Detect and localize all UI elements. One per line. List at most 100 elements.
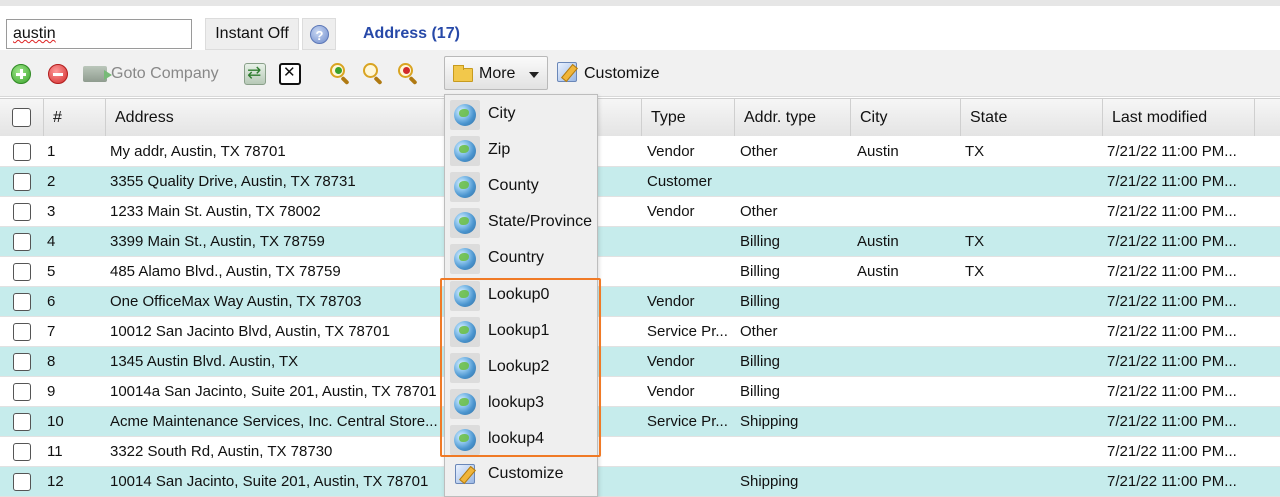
- table-row[interactable]: 5 485 Alamo Blvd., Austin, TX 78759 Billin…: [0, 257, 1280, 287]
- last-modified-cell: 7/21/22 11:00 PM...: [1107, 173, 1237, 190]
- search-input[interactable]: austin: [6, 19, 192, 49]
- row-checkbox[interactable]: [13, 353, 31, 371]
- city-cell: Austin: [857, 233, 899, 250]
- addr-type-cell: Shipping: [740, 413, 799, 430]
- addr-type-cell: Other: [740, 143, 778, 160]
- menu-item-label: State/Province: [488, 213, 593, 230]
- row-checkbox[interactable]: [13, 173, 31, 191]
- column-header-addr-type[interactable]: Addr. type: [734, 98, 850, 136]
- state-cell: [965, 347, 1095, 377]
- more-button[interactable]: More: [444, 56, 548, 90]
- state-cell: [965, 377, 1095, 407]
- table-row[interactable]: 10 Acme Maintenance Services, Inc. Centra…: [0, 407, 1280, 437]
- menu-item-county[interactable]: County: [445, 169, 597, 205]
- row-checkbox[interactable]: [13, 233, 31, 251]
- table-row[interactable]: 6 One OfficeMax Way Austin, TX 78703 Vendo…: [0, 287, 1280, 317]
- city-cell: [857, 347, 957, 377]
- select-all-header[interactable]: [0, 98, 43, 136]
- table-row[interactable]: 8 1345 Austin Blvd. Austin, TX Vendor Billi…: [0, 347, 1280, 377]
- goto-company-icon: [83, 66, 112, 82]
- table-row[interactable]: 7 10012 San Jacinto Blvd, Austin, TX 7870…: [0, 317, 1280, 347]
- address-cell: One OfficeMax Way Austin, TX 78703: [110, 293, 362, 310]
- table-header: # Address Type Addr. type City State Las…: [0, 98, 1280, 136]
- add-icon[interactable]: [11, 64, 31, 84]
- clear-icon[interactable]: [279, 63, 301, 85]
- row-number: 7: [47, 323, 56, 340]
- customize-icon: [557, 62, 577, 82]
- last-modified-cell: 7/21/22 11:00 PM...: [1107, 383, 1237, 400]
- address-cell: 10014a San Jacinto, Suite 201, Austin, T…: [110, 383, 437, 400]
- remove-icon[interactable]: [48, 64, 68, 84]
- menu-item-customize[interactable]: Customize: [445, 457, 597, 493]
- state-cell: TX: [965, 143, 985, 160]
- addr-type-cell: [740, 167, 848, 197]
- table-row[interactable]: 12 10014 San Jacinto, Suite 201, Austin, …: [0, 467, 1280, 497]
- row-checkbox[interactable]: [13, 383, 31, 401]
- row-checkbox[interactable]: [13, 323, 31, 341]
- row-number: 9: [47, 383, 56, 400]
- type-cell: [647, 437, 737, 467]
- column-header-state[interactable]: State: [960, 98, 1102, 136]
- last-modified-cell: 7/21/22 11:00 PM...: [1107, 293, 1237, 310]
- row-checkbox[interactable]: [13, 293, 31, 311]
- goto-company-button[interactable]: Goto Company: [80, 59, 220, 89]
- menu-item-city[interactable]: City: [445, 97, 597, 133]
- menu-item-country[interactable]: Country: [445, 241, 597, 277]
- addr-type-cell: Billing: [740, 233, 781, 250]
- search-remove-icon[interactable]: [396, 62, 420, 86]
- table-row[interactable]: 4 3399 Main St., Austin, TX 78759 Billing A…: [0, 227, 1280, 257]
- column-header-number[interactable]: #: [43, 98, 105, 136]
- search-icon[interactable]: [361, 62, 385, 86]
- type-cell: [647, 227, 737, 257]
- instant-toggle-button[interactable]: Instant Off: [205, 18, 299, 50]
- top-bar: austin Instant Off ? Address (17): [0, 0, 1280, 50]
- city-cell: Austin: [857, 143, 899, 160]
- table-row[interactable]: 9 10014a San Jacinto, Suite 201, Austin, …: [0, 377, 1280, 407]
- city-cell: [857, 287, 957, 317]
- row-number: 4: [47, 233, 56, 250]
- table-row[interactable]: 1 My addr, Austin, TX 78701 Vendor Other Aus…: [0, 137, 1280, 167]
- column-header-type[interactable]: Type: [641, 98, 734, 136]
- row-checkbox[interactable]: [13, 203, 31, 221]
- table-row[interactable]: 11 3322 South Rd, Austin, TX 78730 7/21/22…: [0, 437, 1280, 467]
- search-add-icon[interactable]: [328, 62, 352, 86]
- state-cell: TX: [965, 263, 985, 280]
- caret-down-icon: [529, 72, 539, 78]
- row-checkbox[interactable]: [13, 263, 31, 281]
- globe-icon: [450, 136, 480, 166]
- goto-company-label: Goto Company: [111, 65, 219, 82]
- last-modified-cell: 7/21/22 11:00 PM...: [1107, 263, 1237, 280]
- type-cell: Vendor: [647, 143, 695, 160]
- address-cell: 485 Alamo Blvd., Austin, TX 78759: [110, 263, 341, 280]
- column-header-city[interactable]: City: [850, 98, 960, 136]
- address-cell: Acme Maintenance Services, Inc. Central …: [110, 413, 438, 430]
- addr-type-cell: Other: [740, 203, 778, 220]
- menu-item-state-province[interactable]: State/Province: [445, 205, 597, 241]
- help-button[interactable]: ?: [302, 18, 336, 50]
- refresh-icon[interactable]: [244, 63, 266, 85]
- table-row[interactable]: 2 3355 Quality Drive, Austin, TX 78731 Cus…: [0, 167, 1280, 197]
- select-all-checkbox[interactable]: [12, 108, 31, 127]
- menu-item-zip[interactable]: Zip: [445, 133, 597, 169]
- row-checkbox[interactable]: [13, 473, 31, 491]
- page-title[interactable]: Address (17): [363, 25, 460, 43]
- row-checkbox[interactable]: [13, 143, 31, 161]
- addr-type-cell: Shipping: [740, 473, 799, 490]
- city-cell: [857, 317, 957, 347]
- search-input-value: austin: [13, 25, 56, 42]
- row-checkbox[interactable]: [13, 443, 31, 461]
- city-cell: [857, 197, 957, 227]
- row-checkbox[interactable]: [13, 413, 31, 431]
- globe-icon: [450, 100, 480, 130]
- city-cell: [857, 377, 957, 407]
- type-cell: Vendor: [647, 353, 695, 370]
- menu-item-label: Customize: [488, 465, 564, 482]
- type-cell: Vendor: [647, 293, 695, 310]
- table-row[interactable]: 3 1233 Main St. Austin, TX 78002 Vendor Oth…: [0, 197, 1280, 227]
- globe-icon: [450, 208, 480, 238]
- type-cell: [647, 257, 737, 287]
- type-cell: Vendor: [647, 383, 695, 400]
- row-number: 5: [47, 263, 56, 280]
- addr-type-cell: Billing: [740, 263, 781, 280]
- column-header-last-modified[interactable]: Last modified: [1102, 98, 1254, 136]
